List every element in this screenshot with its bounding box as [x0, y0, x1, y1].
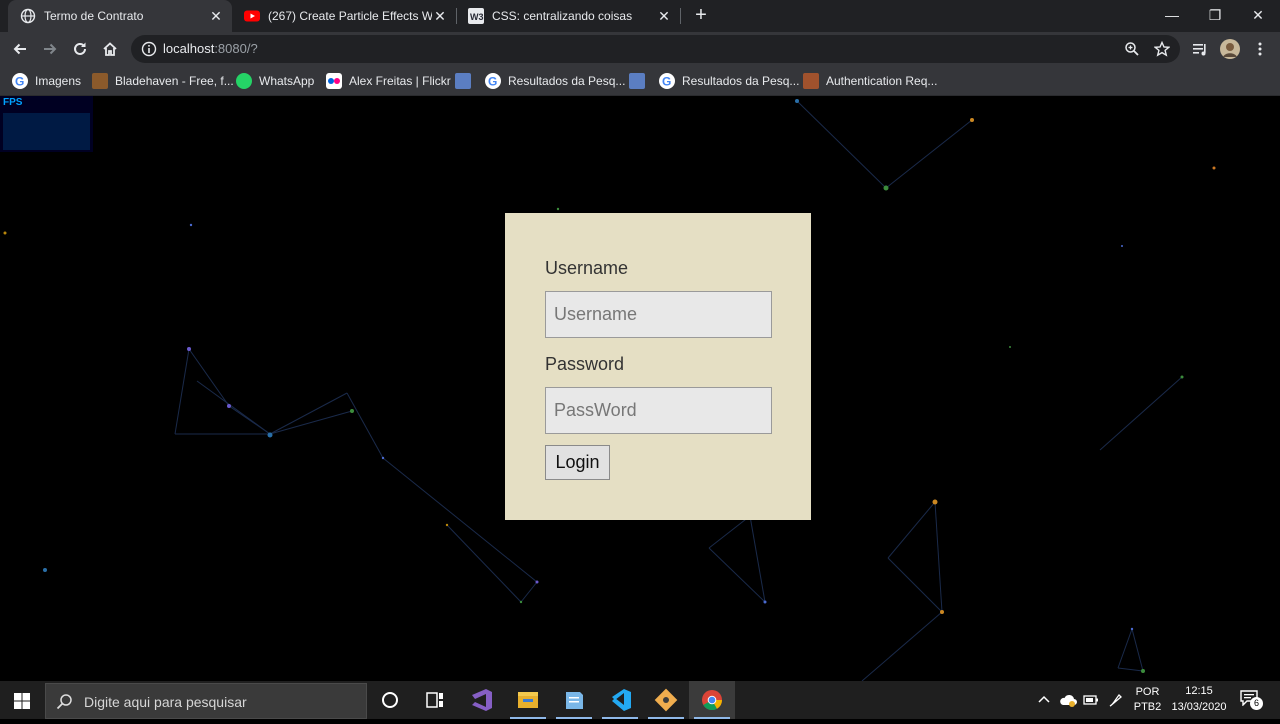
bookmark-label: Resultados da Pesq... — [682, 74, 800, 88]
cortana-icon[interactable] — [367, 681, 413, 719]
clock[interactable]: 12:15 13/03/2020 — [1167, 681, 1231, 713]
bookmark-star-icon[interactable] — [1154, 41, 1170, 57]
bookmark-bladehaven[interactable]: Bladehaven - Free, f... — [92, 71, 234, 91]
svg-text:G: G — [662, 75, 671, 89]
tab-particle-effects[interactable]: (267) Create Particle Effects With ✕ — [232, 0, 456, 32]
bookmark-site-2[interactable] — [629, 71, 652, 91]
tab-termo-de-contrato[interactable]: Termo de Contrato ✕ — [8, 0, 232, 32]
notepad-icon[interactable] — [551, 681, 597, 719]
google-icon: G — [659, 73, 675, 89]
forward-icon[interactable] — [37, 36, 63, 62]
reload-icon[interactable] — [67, 36, 93, 62]
bookmark-authentication[interactable]: Authentication Req... — [803, 71, 937, 91]
media-control-icon[interactable] — [1187, 36, 1213, 62]
chrome-icon[interactable] — [689, 681, 735, 719]
password-label: Password — [545, 354, 625, 374]
svg-text:G: G — [488, 75, 497, 89]
google-icon: G — [12, 73, 28, 89]
back-icon[interactable] — [7, 36, 33, 62]
file-explorer-icon[interactable] — [505, 681, 551, 719]
svg-text:G: G — [15, 75, 24, 89]
password-input[interactable] — [545, 387, 772, 434]
bookmark-label: Authentication Req... — [826, 74, 938, 88]
login-card: Username Password Login — [505, 213, 811, 520]
close-tab-icon[interactable]: ✕ — [656, 8, 672, 25]
fps-graph — [3, 113, 90, 150]
clock-time: 12:15 — [1185, 685, 1213, 697]
pen-icon[interactable] — [1108, 692, 1124, 708]
search-placeholder: Digite aqui para pesquisar — [84, 694, 247, 710]
notification-count: 6 — [1250, 697, 1263, 710]
site-icon — [455, 73, 471, 89]
restore-button[interactable]: ❐ — [1193, 0, 1237, 32]
bookmark-resultados-2[interactable]: G Resultados da Pesq... — [659, 71, 799, 91]
visual-studio-icon[interactable] — [459, 681, 505, 719]
keyboard-layout: PTB2 — [1133, 701, 1162, 713]
bookmark-site[interactable] — [455, 71, 478, 91]
avatar[interactable] — [1217, 36, 1243, 62]
youtube-icon — [244, 10, 260, 22]
taskbar-search-box[interactable]: Digite aqui para pesquisar — [45, 683, 367, 719]
language-code: POR — [1135, 686, 1160, 698]
fps-meter: FPS — [0, 96, 93, 152]
username-input[interactable] — [545, 291, 772, 338]
flickr-icon — [326, 73, 342, 89]
tab-strip: Termo de Contrato ✕ (267) Create Particl… — [0, 0, 1280, 32]
url-host: localhost — [163, 41, 215, 56]
clock-date: 13/03/2020 — [1171, 701, 1227, 713]
bookmark-label: Bladehaven - Free, f... — [115, 74, 234, 88]
bookmark-label: Resultados da Pesq... — [508, 74, 626, 88]
windows-taskbar: Digite aqui para pesquisar POR PTB2 12:1… — [0, 681, 1280, 719]
url-path: :8080/? — [214, 41, 258, 56]
fps-label: FPS — [3, 97, 23, 108]
w3schools-icon: W3 — [468, 8, 484, 24]
menu-kebab-icon[interactable] — [1247, 36, 1273, 62]
bookmark-label: Imagens — [35, 74, 82, 88]
new-tab-button[interactable]: + — [689, 4, 713, 28]
battery-icon[interactable] — [1083, 694, 1099, 706]
url-text: localhost:8080/? — [163, 41, 258, 56]
info-icon[interactable] — [141, 41, 157, 57]
bookmark-resultados-1[interactable]: G Resultados da Pesq... — [485, 71, 625, 91]
bookmarks-bar: G Imagens Bladehaven - Free, f... WhatsAp… — [0, 65, 1280, 96]
onedrive-icon[interactable] — [1059, 693, 1077, 707]
bladehaven-icon — [92, 73, 108, 89]
globe-icon — [20, 8, 36, 24]
username-label: Username — [545, 258, 629, 278]
login-button[interactable]: Login — [545, 445, 610, 480]
bookmark-label: WhatsApp — [259, 74, 315, 88]
close-tab-icon[interactable]: ✕ — [432, 8, 448, 25]
task-view-icon[interactable] — [412, 681, 458, 719]
minimize-button[interactable]: — — [1150, 0, 1194, 32]
bookmark-imagens[interactable]: G Imagens — [12, 71, 81, 91]
tab-title: (267) Create Particle Effects With — [268, 9, 432, 23]
zoom-icon[interactable] — [1124, 41, 1140, 57]
home-icon[interactable] — [97, 36, 123, 62]
address-bar[interactable]: localhost:8080/? — [131, 35, 1180, 63]
close-window-button[interactable]: ✕ — [1236, 0, 1280, 32]
svg-text:W3: W3 — [470, 12, 484, 22]
vscode-icon[interactable] — [597, 681, 643, 719]
windows-start-icon[interactable] — [14, 693, 30, 709]
language-indicator[interactable]: POR PTB2 — [1131, 681, 1164, 713]
notification-center-icon[interactable]: 6 — [1240, 690, 1263, 710]
tab-css-centralizando[interactable]: W3 CSS: centralizando coisas ✕ — [456, 0, 680, 32]
bookmark-label: Alex Freitas | Flickr — [349, 74, 451, 88]
close-tab-icon[interactable]: ✕ — [208, 8, 224, 25]
tab-divider — [680, 8, 681, 24]
site-icon — [629, 73, 645, 89]
auth-icon — [803, 73, 819, 89]
tab-title: Termo de Contrato — [44, 9, 144, 23]
tab-title: CSS: centralizando coisas — [492, 9, 633, 23]
browser-toolbar: localhost:8080/? — [0, 32, 1280, 65]
bookmark-flickr[interactable]: Alex Freitas | Flickr — [326, 71, 451, 91]
whatsapp-icon — [236, 73, 252, 89]
git-icon[interactable] — [643, 681, 689, 719]
bookmark-whatsapp[interactable]: WhatsApp — [236, 71, 314, 91]
chevron-up-icon[interactable] — [1038, 694, 1050, 706]
search-icon — [56, 694, 72, 710]
page-viewport: FPS Username Password Login — [0, 96, 1280, 681]
google-icon: G — [485, 73, 501, 89]
